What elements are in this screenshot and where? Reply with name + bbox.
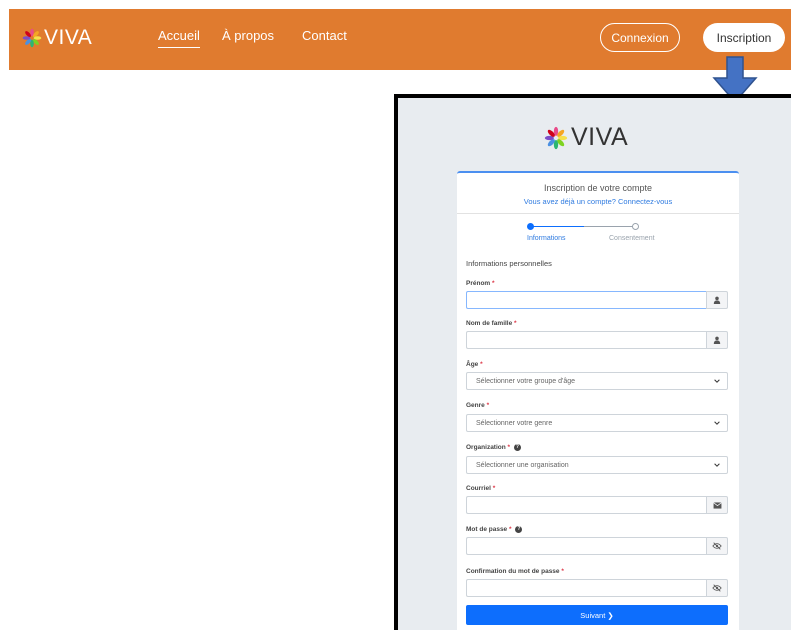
logo-text: VIVA — [571, 123, 629, 151]
logo-text: VIVA — [44, 26, 93, 49]
chevron-down-icon — [714, 421, 720, 425]
label-text: Courriel — [466, 485, 491, 492]
organization-label: Organization * ? — [466, 444, 521, 451]
label-text: Nom de famille — [466, 320, 513, 327]
organization-select[interactable]: Sélectionner une organisation — [466, 456, 728, 474]
eye-slash-icon[interactable] — [706, 579, 728, 597]
required-mark: * — [486, 402, 490, 409]
password-field — [466, 537, 728, 555]
password-confirm-field — [466, 579, 728, 597]
age-label: Âge * — [466, 361, 483, 368]
signup-card: Inscription de votre compte Vous avez dé… — [457, 171, 739, 630]
required-mark: * — [480, 361, 483, 368]
eye-slash-icon[interactable] — [706, 537, 728, 555]
required-mark: * — [492, 485, 496, 492]
email-input[interactable] — [466, 496, 706, 514]
required-mark: * — [507, 444, 511, 452]
first-name-input[interactable] — [466, 291, 706, 309]
help-icon[interactable]: ? — [515, 526, 523, 533]
step-label-informations: Informations — [527, 235, 566, 242]
required-mark: * — [514, 320, 517, 327]
password-confirm-label: Confirmation du mot de passe * — [466, 568, 564, 575]
login-button[interactable]: Connexion — [600, 23, 680, 52]
chevron-down-icon — [714, 463, 720, 467]
last-name-label: Nom de famille * — [466, 320, 517, 327]
required-mark: * — [509, 526, 512, 534]
flower-logo-icon — [544, 126, 568, 149]
section-title: Informations personnelles — [466, 259, 552, 268]
gender-select-value: Sélectionner votre genre — [476, 419, 553, 427]
divider — [457, 213, 739, 214]
stepper-line-done — [530, 226, 584, 227]
nav-link-accueil[interactable]: Accueil — [158, 28, 200, 48]
envelope-icon — [706, 496, 728, 514]
nav-link-a-propos[interactable]: À propos — [222, 28, 274, 43]
signup-page-preview: VIVA Inscription de votre compte Vous av… — [394, 94, 791, 630]
nav-link-contact[interactable]: Contact — [302, 28, 347, 43]
signup-button[interactable]: Inscription — [703, 23, 785, 52]
label-text: Organization — [466, 444, 506, 452]
last-name-input[interactable] — [466, 331, 706, 349]
viva-logo[interactable]: VIVA — [22, 26, 92, 50]
email-field — [466, 496, 728, 514]
label-text: Âge — [466, 361, 479, 368]
user-icon — [706, 291, 728, 309]
age-select[interactable]: Sélectionner votre groupe d'âge — [466, 372, 728, 390]
chevron-down-icon — [714, 379, 720, 383]
step-dot-active — [527, 223, 534, 230]
password-confirm-input[interactable] — [466, 579, 706, 597]
progress-stepper — [527, 222, 639, 232]
last-name-field — [466, 331, 728, 349]
user-icon — [706, 331, 728, 349]
label-text: Mot de passe — [466, 526, 508, 534]
required-mark: * — [561, 568, 564, 575]
age-select-value: Sélectionner votre groupe d'âge — [476, 377, 576, 385]
gender-select[interactable]: Sélectionner votre genre — [466, 414, 728, 432]
organization-select-value: Sélectionner une organisation — [476, 461, 569, 469]
label-text: Prénom — [466, 280, 491, 287]
card-title: Inscription de votre compte — [543, 183, 653, 193]
email-label: Courriel * — [466, 485, 495, 492]
help-icon[interactable]: ? — [513, 444, 521, 451]
first-name-field — [466, 291, 728, 309]
viva-logo-large: VIVA — [544, 123, 628, 152]
flower-logo-icon — [22, 28, 42, 48]
login-link[interactable]: Vous avez déjà un compte? Connectez-vous — [457, 197, 739, 206]
next-button[interactable]: Suivant ❯ — [466, 605, 728, 625]
password-label: Mot de passe * ? — [466, 526, 523, 534]
first-name-label: Prénom * — [466, 280, 495, 287]
gender-label: Genre * — [466, 402, 489, 409]
stepper-line-pending — [584, 226, 636, 227]
required-mark: * — [492, 280, 495, 287]
label-text: Genre — [466, 402, 485, 409]
label-text: Confirmation du mot de passe — [466, 568, 560, 575]
step-dot-pending — [632, 223, 639, 230]
password-input[interactable] — [466, 537, 706, 555]
top-navbar: VIVA Accueil À propos Contact Connexion … — [9, 9, 791, 70]
step-label-consentement: Consentement — [609, 235, 655, 242]
